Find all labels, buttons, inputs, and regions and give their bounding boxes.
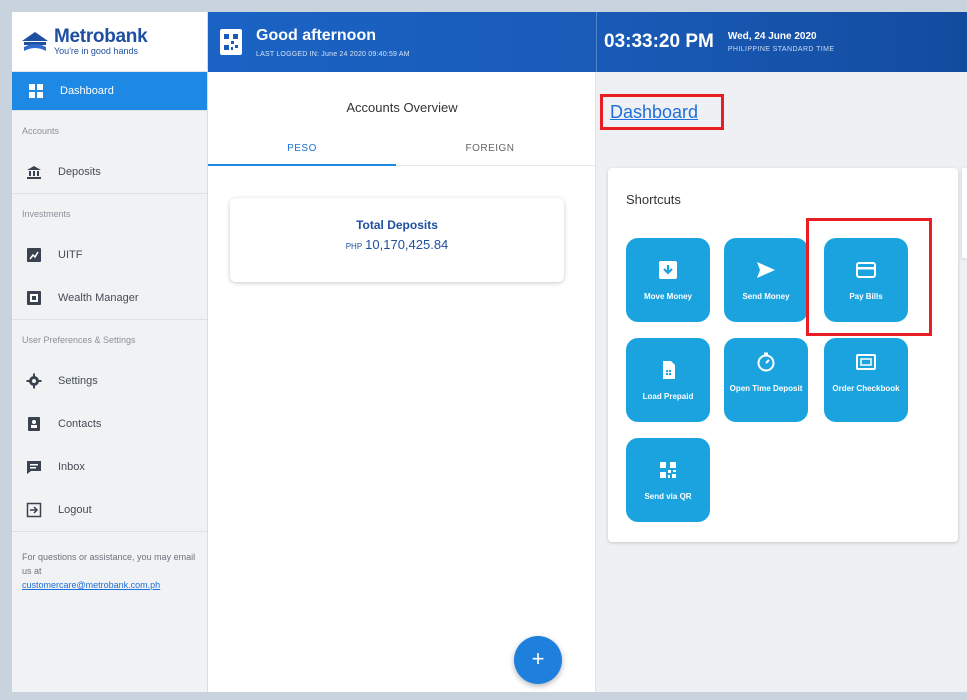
section-investments: Investments: [12, 193, 207, 233]
adjacent-card-edge: [962, 168, 967, 258]
sidebar: Metrobank You're in good hands Dashboard…: [12, 12, 208, 692]
brand-tagline: You're in good hands: [54, 46, 138, 56]
assistance-note: For questions or assistance, you may ema…: [12, 531, 207, 610]
total-deposits-title: Total Deposits: [356, 218, 438, 232]
checkbook-icon: [824, 350, 908, 374]
sidebar-item-deposits[interactable]: Deposits: [12, 150, 207, 193]
assistance-text: For questions or assistance, you may ema…: [22, 552, 196, 576]
timer-icon: [724, 350, 808, 374]
move-money-icon: [626, 258, 710, 282]
open-time-deposit-button[interactable]: Open Time Deposit: [724, 338, 808, 422]
tab-foreign[interactable]: FOREIGN: [396, 132, 584, 166]
sidebar-item-wealth-manager[interactable]: Wealth Manager: [12, 276, 207, 319]
dashboard-grid-icon: [28, 83, 44, 99]
chart-edit-icon: [26, 247, 42, 263]
shortcuts-card: Shortcuts Move Money Send Money Pay Bill…: [608, 168, 958, 542]
header-divider: [596, 12, 597, 72]
gear-icon: [26, 373, 42, 389]
sidebar-item-label: Settings: [58, 374, 98, 387]
dashboard-highlight-box: [600, 94, 724, 130]
top-bar: Good afternoon LAST LOGGED IN: June 24 2…: [208, 12, 967, 72]
timezone-label: PHILIPPINE STANDARD TIME: [727, 46, 835, 53]
last-logged-in: LAST LOGGED IN: June 24 2020 09:40:59 AM: [256, 50, 410, 58]
logout-icon: [26, 502, 42, 518]
sidebar-item-dashboard[interactable]: Dashboard: [12, 72, 207, 110]
order-checkbook-button[interactable]: Order Checkbook: [824, 338, 908, 422]
send-money-button[interactable]: Send Money: [724, 238, 808, 322]
sidebar-item-label: Inbox: [58, 460, 85, 473]
pay-bills-highlight-box: [806, 218, 932, 336]
wealth-icon: [26, 290, 42, 306]
shortcuts-title: Shortcuts: [626, 192, 681, 207]
sidebar-item-label: Logout: [58, 503, 92, 516]
qr-code-icon[interactable]: [220, 29, 242, 55]
app-window: Metrobank You're in good hands Dashboard…: [12, 12, 967, 692]
clock-time: 03:33:20 PM: [604, 31, 714, 52]
sidebar-item-label: UITF: [58, 248, 83, 261]
metrobank-logo-icon: [22, 31, 48, 51]
accounts-overview-title: Accounts Overview: [346, 100, 458, 115]
qr-code-icon: [626, 458, 710, 482]
accounts-overview-panel: Accounts Overview PESO FOREIGN Total Dep…: [208, 72, 596, 692]
send-via-qr-button[interactable]: Send via QR: [626, 438, 710, 522]
current-date: Wed, 24 June 2020: [727, 31, 817, 42]
sidebar-item-label: Wealth Manager: [58, 291, 139, 304]
sidebar-item-uitf[interactable]: UITF: [12, 233, 207, 276]
deposit-amount: 10,170,425.84: [365, 237, 449, 252]
sidebar-item-inbox[interactable]: Inbox: [12, 445, 207, 488]
sidebar-item-contacts[interactable]: Contacts: [12, 402, 207, 445]
active-tab-indicator: [208, 164, 396, 166]
sidebar-item-label: Contacts: [58, 417, 102, 430]
tab-peso[interactable]: PESO: [208, 132, 396, 166]
section-preferences: User Preferences & Settings: [12, 319, 207, 359]
sidebar-item-label: Deposits: [58, 165, 101, 178]
message-icon: [26, 459, 42, 475]
add-fab-button[interactable]: +: [514, 636, 562, 684]
section-accounts: Accounts: [12, 110, 207, 150]
currency-tabs: PESO FOREIGN: [208, 132, 596, 166]
total-deposits-card[interactable]: Total Deposits PHP 10,170,425.84: [230, 198, 564, 282]
brand-name: Metrobank: [54, 26, 148, 47]
sidebar-item-label: Dashboard: [60, 85, 114, 97]
dashboard-content: Dashboard Shortcuts Move Money Send Mone…: [596, 72, 967, 692]
support-email-link[interactable]: customercare@metrobank.com.ph: [22, 578, 197, 592]
load-prepaid-button[interactable]: Load Prepaid: [626, 338, 710, 422]
contacts-icon: [26, 416, 42, 432]
greeting-text: Good afternoon: [256, 26, 376, 44]
currency-code: PHP: [345, 242, 363, 251]
sim-card-icon: [626, 358, 710, 382]
send-arrow-icon: [724, 258, 808, 282]
bank-icon: [26, 164, 42, 180]
brand-logo[interactable]: Metrobank You're in good hands: [12, 12, 207, 72]
sidebar-item-logout[interactable]: Logout: [12, 488, 207, 531]
sidebar-item-settings[interactable]: Settings: [12, 359, 207, 402]
move-money-button[interactable]: Move Money: [626, 238, 710, 322]
